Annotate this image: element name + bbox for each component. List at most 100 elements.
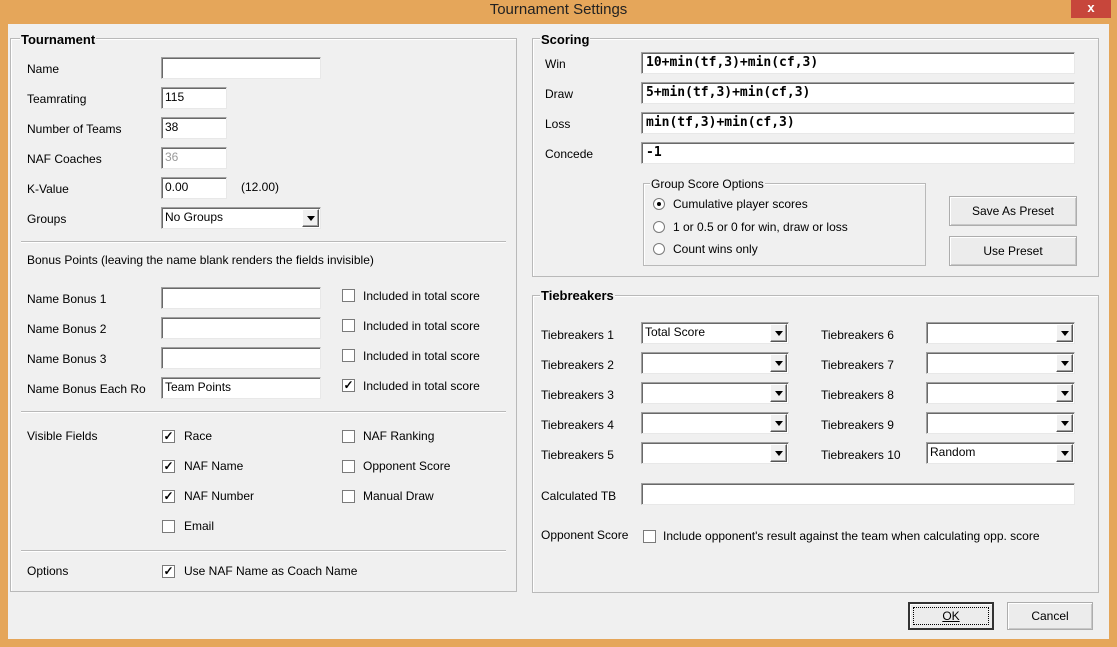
options-label: Options	[27, 564, 69, 578]
bonus-each-round-checkbox[interactable]: ✓	[342, 379, 355, 392]
close-button[interactable]: x	[1071, 0, 1111, 18]
ok-button[interactable]: OK	[908, 602, 994, 630]
radio-cumulative[interactable]	[653, 198, 665, 210]
name-input[interactable]	[161, 57, 321, 79]
groups-label: Groups	[27, 212, 67, 226]
tiebreaker-9-select[interactable]	[926, 412, 1075, 434]
concede-label: Concede	[545, 147, 594, 161]
tiebreaker-1-select[interactable]: Total Score	[641, 322, 789, 344]
divider	[21, 241, 506, 243]
opponent-score-include-label: Include opponent's result against the te…	[663, 529, 1040, 543]
k-value-hint: (12.00)	[241, 180, 280, 194]
cancel-button[interactable]: Cancel	[1007, 602, 1093, 630]
use-naf-name-checkbox[interactable]: ✓	[162, 565, 175, 578]
opponent-score-checkbox[interactable]	[342, 460, 355, 473]
teamrating-label: Teamrating	[27, 92, 87, 106]
calculated-tb-label: Calculated TB	[541, 489, 617, 503]
tiebreaker-5-select[interactable]	[641, 442, 789, 464]
tiebreaker-7-label: Tiebreakers 7	[821, 358, 894, 372]
focus-ring	[913, 607, 989, 625]
concede-formula-input[interactable]: -1	[641, 142, 1075, 164]
tiebreaker-8-label: Tiebreakers 8	[821, 388, 894, 402]
num-teams-input[interactable]: 38	[161, 117, 227, 139]
naf-ranking-checkbox[interactable]	[342, 430, 355, 443]
save-as-preset-button[interactable]: Save As Preset	[949, 196, 1077, 226]
email-checkbox[interactable]	[162, 520, 175, 533]
tiebreaker-9-label: Tiebreakers 9	[821, 418, 894, 432]
radio-wins-only[interactable]	[653, 243, 665, 255]
chevron-down-icon[interactable]	[1056, 444, 1073, 462]
bonus-3-checkbox[interactable]	[342, 349, 355, 362]
bonus-1-check-label: Included in total score	[363, 289, 480, 303]
bonus-1-checkbox[interactable]	[342, 289, 355, 302]
bonus-2-input[interactable]	[161, 317, 321, 339]
title-bar: Tournament Settings x	[0, 0, 1117, 24]
radio-wins-only-label: Count wins only	[673, 242, 758, 256]
radio-win-draw-loss-label: 1 or 0.5 or 0 for win, draw or loss	[673, 220, 848, 234]
tournament-group-title: Tournament	[20, 32, 97, 47]
bonus-2-label: Name Bonus 2	[27, 322, 107, 336]
draw-label: Draw	[545, 87, 574, 101]
radio-win-draw-loss[interactable]	[653, 221, 665, 233]
chevron-down-icon[interactable]	[1056, 324, 1073, 342]
calculated-tb-input[interactable]	[641, 483, 1075, 505]
chevron-down-icon[interactable]	[770, 414, 787, 432]
bonus-3-input[interactable]	[161, 347, 321, 369]
tiebreaker-5-label: Tiebreakers 5	[541, 448, 614, 462]
bonus-header: Bonus Points (leaving the name blank ren…	[27, 253, 374, 267]
draw-formula-input[interactable]: 5+min(tf,3)+min(cf,3)	[641, 82, 1075, 104]
tiebreaker-3-select[interactable]	[641, 382, 789, 404]
naf-number-check-label: NAF Number	[184, 489, 255, 503]
opponent-score-check-label: Opponent Score	[363, 459, 451, 473]
close-icon: x	[1087, 0, 1095, 15]
manual-draw-checkbox[interactable]	[342, 490, 355, 503]
tiebreaker-10-select[interactable]: Random	[926, 442, 1075, 464]
tiebreakers-group-title: Tiebreakers	[540, 288, 615, 303]
bonus-2-checkbox[interactable]	[342, 319, 355, 332]
tiebreaker-2-select[interactable]	[641, 352, 789, 374]
loss-label: Loss	[545, 117, 571, 131]
radio-cumulative-label: Cumulative player scores	[673, 197, 808, 211]
tiebreaker-6-label: Tiebreakers 6	[821, 328, 894, 342]
chevron-down-icon[interactable]	[770, 444, 787, 462]
k-value-label: K-Value	[27, 182, 69, 196]
teamrating-input[interactable]: 115	[161, 87, 227, 109]
divider	[21, 550, 506, 552]
chevron-down-icon[interactable]	[770, 354, 787, 372]
chevron-down-icon[interactable]	[770, 384, 787, 402]
chevron-down-icon[interactable]	[1056, 384, 1073, 402]
tiebreaker-2-label: Tiebreakers 2	[541, 358, 614, 372]
k-value-input[interactable]: 0.00	[161, 177, 227, 199]
bonus-1-label: Name Bonus 1	[27, 292, 107, 306]
naf-name-check-label: NAF Name	[184, 459, 244, 473]
tiebreaker-7-select[interactable]	[926, 352, 1075, 374]
chevron-down-icon[interactable]	[302, 209, 319, 227]
naf-number-checkbox[interactable]: ✓	[162, 490, 175, 503]
naf-name-checkbox[interactable]: ✓	[162, 460, 175, 473]
chevron-down-icon[interactable]	[1056, 414, 1073, 432]
race-checkbox[interactable]: ✓	[162, 430, 175, 443]
loss-formula-input[interactable]: min(tf,3)+min(cf,3)	[641, 112, 1075, 134]
tiebreaker-8-select[interactable]	[926, 382, 1075, 404]
divider	[21, 411, 506, 413]
window-title: Tournament Settings	[489, 1, 628, 18]
win-label: Win	[545, 57, 566, 71]
tiebreaker-10-label: Tiebreakers 10	[821, 448, 901, 462]
bonus-each-round-label: Name Bonus Each Ro	[27, 382, 146, 396]
tiebreaker-1-value: Total Score	[645, 325, 706, 339]
tiebreaker-6-select[interactable]	[926, 322, 1075, 344]
bonus-each-round-input[interactable]: Team Points	[161, 377, 321, 399]
use-preset-button[interactable]: Use Preset	[949, 236, 1077, 266]
win-formula-input[interactable]: 10+min(tf,3)+min(cf,3)	[641, 52, 1075, 74]
scoring-group-title: Scoring	[540, 32, 591, 47]
chevron-down-icon[interactable]	[770, 324, 787, 342]
bonus-each-round-check-label: Included in total score	[363, 379, 480, 393]
group-score-options-title: Group Score Options	[650, 177, 765, 191]
opponent-score-include-checkbox[interactable]	[643, 530, 656, 543]
chevron-down-icon[interactable]	[1056, 354, 1073, 372]
groups-select[interactable]: No Groups	[161, 207, 321, 229]
naf-ranking-check-label: NAF Ranking	[363, 429, 435, 443]
tiebreaker-4-select[interactable]	[641, 412, 789, 434]
email-check-label: Email	[184, 519, 215, 533]
bonus-1-input[interactable]	[161, 287, 321, 309]
